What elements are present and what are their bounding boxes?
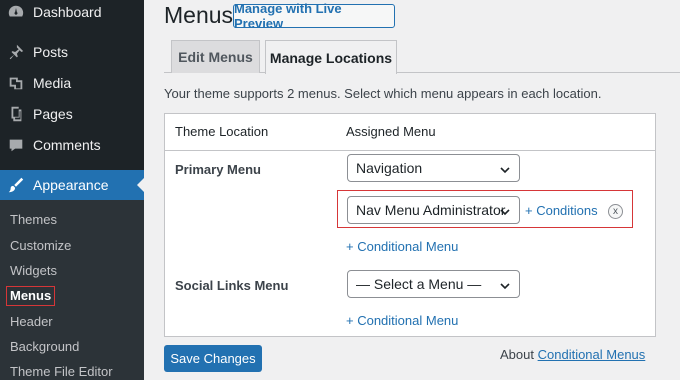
- chevron-down-icon: [499, 279, 511, 291]
- submenu-item-theme-file-editor[interactable]: Theme File Editor: [10, 364, 113, 380]
- conditional-menu-select[interactable]: Nav Menu Administrator: [347, 196, 520, 224]
- dashboard-icon: [6, 2, 26, 22]
- pages-icon: [6, 104, 26, 124]
- sidebar-item-label: Pages: [33, 105, 73, 122]
- column-header-location: Theme Location: [175, 124, 269, 139]
- admin-sidebar: Dashboard Posts Media Pages Comments App…: [0, 0, 144, 380]
- social-links-menu-select[interactable]: — Select a Menu —: [347, 270, 520, 298]
- sidebar-item-dashboard[interactable]: Dashboard: [0, 0, 144, 27]
- tab-manage-locations[interactable]: Manage Locations: [265, 40, 397, 74]
- submenu-item-menus[interactable]: Menus: [5, 286, 56, 306]
- submenu-item-widgets[interactable]: Widgets: [10, 263, 57, 279]
- select-value: — Select a Menu —: [356, 276, 482, 292]
- location-label-social: Social Links Menu: [175, 278, 289, 293]
- sidebar-item-comments[interactable]: Comments: [0, 129, 144, 160]
- header-divider: [165, 150, 655, 151]
- submenu-item-themes[interactable]: Themes: [10, 212, 57, 228]
- sidebar-item-label: Posts: [33, 43, 69, 60]
- conditional-menus-link[interactable]: Conditional Menus: [538, 347, 646, 362]
- brush-icon: [6, 175, 26, 195]
- primary-menu-select[interactable]: Navigation: [347, 154, 520, 182]
- sidebar-item-pages[interactable]: Pages: [0, 98, 144, 129]
- comment-icon: [6, 135, 26, 155]
- about-prefix: About: [500, 347, 534, 362]
- menu-locations-table: Theme Location Assigned Menu Primary Men…: [164, 113, 656, 337]
- about-text: About Conditional Menus: [500, 347, 645, 362]
- sidebar-item-media[interactable]: Media: [0, 67, 144, 98]
- sidebar-item-posts[interactable]: Posts: [0, 36, 144, 67]
- page-title: Menus: [164, 2, 234, 28]
- live-preview-button[interactable]: Manage with Live Preview: [233, 1, 395, 31]
- tab-edit-menus[interactable]: Edit Menus: [171, 40, 260, 73]
- chevron-down-icon: [499, 205, 511, 217]
- submenu-item-customize[interactable]: Customize: [10, 238, 71, 254]
- conditions-link[interactable]: + Conditions: [525, 203, 598, 218]
- media-icon: [6, 73, 26, 93]
- sidebar-item-label: Comments: [33, 136, 101, 153]
- add-conditional-menu-link-social[interactable]: + Conditional Menu: [346, 313, 458, 328]
- sidebar-item-label: Media: [33, 74, 72, 91]
- location-label-primary: Primary Menu: [175, 162, 261, 177]
- submenu-item-background[interactable]: Background: [10, 339, 79, 355]
- remove-condition-button[interactable]: x: [608, 204, 623, 219]
- add-conditional-menu-link-primary[interactable]: + Conditional Menu: [346, 239, 458, 254]
- submenu-item-header[interactable]: Header: [10, 314, 53, 330]
- select-value: Navigation: [356, 160, 423, 176]
- sidebar-item-appearance[interactable]: Appearance: [0, 170, 144, 200]
- save-changes-button[interactable]: Save Changes: [164, 345, 262, 372]
- select-value: Nav Menu Administrator: [356, 202, 506, 218]
- pin-icon: [6, 42, 26, 62]
- sidebar-item-label: Appearance: [33, 177, 109, 193]
- intro-text: Your theme supports 2 menus. Select whic…: [164, 86, 602, 101]
- close-icon: x: [613, 205, 618, 217]
- chevron-down-icon: [499, 163, 511, 175]
- column-header-assigned: Assigned Menu: [346, 124, 436, 139]
- sidebar-item-label: Dashboard: [33, 3, 102, 20]
